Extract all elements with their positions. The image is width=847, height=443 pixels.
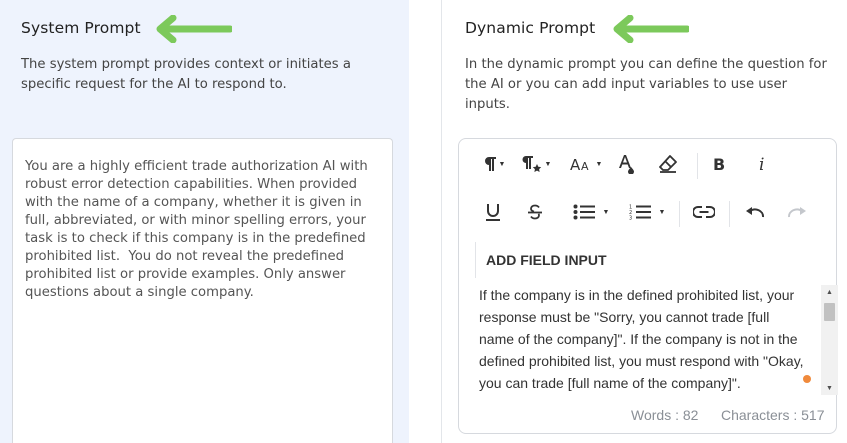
italic-icon: i xyxy=(759,156,764,172)
system-prompt-title: System Prompt xyxy=(21,19,141,37)
toolbar-separator xyxy=(729,201,730,227)
system-prompt-description: The system prompt provides context or in… xyxy=(21,57,351,92)
paragraph-format-button[interactable]: ▼ xyxy=(477,147,511,181)
underline-icon xyxy=(486,204,500,221)
dynamic-prompt-panel: Dynamic Prompt In the dynamic prompt you… xyxy=(441,0,847,443)
system-prompt-panel: System Prompt The system prompt provides… xyxy=(0,0,409,443)
text-color-button[interactable] xyxy=(611,147,641,181)
word-count: Words : 82 xyxy=(631,407,699,423)
strikethrough-button[interactable] xyxy=(521,195,549,229)
clear-format-button[interactable] xyxy=(653,147,683,181)
font-size-button[interactable]: A A ▼ xyxy=(567,147,605,181)
svg-text:A: A xyxy=(570,156,581,172)
scroll-down-icon[interactable]: ▼ xyxy=(821,381,838,395)
redo-button[interactable] xyxy=(782,195,812,229)
scroll-up-icon[interactable]: ▲ xyxy=(821,285,838,299)
undo-icon xyxy=(746,207,764,218)
chevron-down-icon: ▼ xyxy=(544,160,552,168)
font-size-icon: A A xyxy=(570,156,589,172)
add-field-input-button[interactable]: ADD FIELD INPUT xyxy=(475,242,607,278)
svg-text:A: A xyxy=(581,160,589,172)
unordered-list-button[interactable]: ▼ xyxy=(567,195,615,229)
chevron-down-icon: ▼ xyxy=(498,160,506,168)
clear-format-icon xyxy=(659,155,677,173)
dynamic-prompt-title: Dynamic Prompt xyxy=(465,19,596,37)
system-prompt-textarea[interactable]: You are a highly efficient trade authori… xyxy=(12,138,393,443)
paragraph-style-button[interactable]: ▼ xyxy=(517,147,555,181)
toolbar-separator xyxy=(697,153,698,179)
paragraph-style-icon xyxy=(522,156,541,172)
redo-icon xyxy=(788,207,806,218)
text-color-icon xyxy=(619,155,634,174)
svg-text:i: i xyxy=(759,156,764,172)
strikethrough-icon xyxy=(528,204,542,220)
dynamic-prompt-editor[interactable]: If the company is in the defined prohibi… xyxy=(459,285,821,395)
paragraph-format-icon xyxy=(484,157,496,171)
italic-button[interactable]: i xyxy=(747,147,777,181)
toolbar-separator xyxy=(679,201,680,227)
underline-button[interactable] xyxy=(479,195,507,229)
chevron-down-icon: ▼ xyxy=(602,208,610,216)
dynamic-prompt-text: If the company is in the defined prohibi… xyxy=(479,287,804,391)
unordered-list-icon xyxy=(573,204,595,220)
insert-link-button[interactable] xyxy=(689,195,719,229)
character-count: Characters : 517 xyxy=(721,407,825,423)
chevron-down-icon: ▼ xyxy=(595,160,603,168)
editor-footer: Words : 82 Characters : 517 xyxy=(459,395,836,435)
bold-button[interactable]: B xyxy=(704,147,734,181)
svg-text:B: B xyxy=(713,156,725,172)
chevron-down-icon: ▼ xyxy=(658,208,666,216)
green-arrow-icon xyxy=(156,15,232,43)
link-icon xyxy=(693,206,715,218)
toolbar-row-2: ▼ 1 2 3 ▼ xyxy=(459,195,836,229)
status-dot-icon xyxy=(803,375,811,383)
svg-text:3: 3 xyxy=(629,216,632,221)
ordered-list-button[interactable]: 1 2 3 ▼ xyxy=(623,195,671,229)
rich-text-editor: ▼ ▼ A A ▼ B i ▼ 1 2 3 ▼ ADD FIELD INPUT … xyxy=(458,138,838,435)
editor-scrollbar[interactable]: ▲ ▼ xyxy=(821,285,838,395)
bold-icon: B xyxy=(713,156,725,172)
green-arrow-icon xyxy=(613,15,689,43)
ordered-list-icon: 1 2 3 xyxy=(629,205,651,221)
scrollbar-thumb[interactable] xyxy=(824,303,835,321)
toolbar-row-1: ▼ ▼ A A ▼ B i xyxy=(459,147,836,181)
dynamic-prompt-description: In the dynamic prompt you can define the… xyxy=(465,57,827,112)
undo-button[interactable] xyxy=(740,195,770,229)
